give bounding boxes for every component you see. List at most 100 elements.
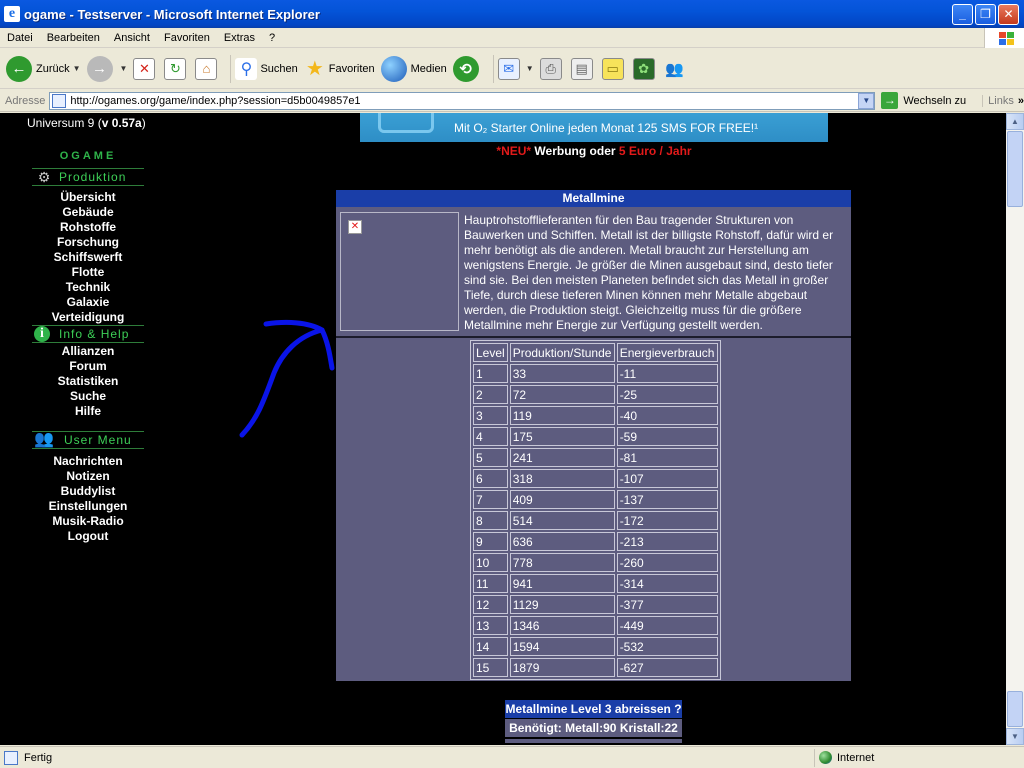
links-button[interactable]: Links [982,94,1014,107]
building-info-panel: Metallmine ✕ Hauptrohstofflieferanten fü… [336,190,851,681]
scroll-up-icon[interactable]: ▲ [1006,113,1024,130]
address-url[interactable]: http://ogames.org/game/index.php?session… [70,95,858,107]
cell-level: 3 [473,406,508,425]
cell-energy: -172 [616,511,718,530]
nav-item-technik[interactable]: Technik [0,280,176,295]
nav-item-übersicht[interactable]: Übersicht [0,190,176,205]
menu-help[interactable]: ? [262,32,282,44]
chevron-down-icon[interactable]: ▼ [858,92,875,109]
discuss-button[interactable]: ▭ [601,57,627,80]
page-done-icon [4,750,18,765]
nav-item-nachrichten[interactable]: Nachrichten [0,454,176,469]
go-button[interactable]: → Wechseln zu [881,92,966,109]
nav-item-verteidigung[interactable]: Verteidigung [0,310,176,325]
annotation-arrow-stroke [239,327,325,438]
nav-item-allianzen[interactable]: Allianzen [0,344,176,359]
nav-item-schiffswerft[interactable]: Schiffswerft [0,250,176,265]
status-text: Fertig [24,751,53,764]
page-icon [52,93,67,108]
cell-level: 10 [473,553,508,572]
vertical-scrollbar[interactable]: ▲ ▼ [1006,113,1024,745]
nav-item-gebäude[interactable]: Gebäude [0,205,176,220]
edit-button[interactable]: ▤ [570,57,596,80]
user-group-icon: 👥 [34,431,54,448]
table-row: 14 1594 -532 [473,637,718,656]
nav-item-rohstoffe[interactable]: Rohstoffe [0,220,176,235]
nav-item-einstellungen[interactable]: Einstellungen [0,499,176,514]
back-button[interactable]: ← Zurück ▼ [6,55,81,82]
cell-level: 1 [473,364,508,383]
nav-item-musik-radio[interactable]: Musik-Radio [0,514,176,529]
search-button[interactable]: ⚲ Suchen [235,57,298,80]
cell-energy: -213 [616,532,718,551]
table-row: 6 318 -107 [473,469,718,488]
star-icon: ★ [305,58,324,80]
cell-level: 2 [473,385,508,404]
demolish-link[interactable]: Metallmine Level 3 abreissen ? [505,700,682,718]
nav-item-flotte[interactable]: Flotte [0,265,176,280]
mail-button[interactable]: ✉ ▼ [497,57,534,80]
table-row: 5 241 -81 [473,448,718,467]
history-button[interactable]: ⟲ [452,55,483,82]
internet-globe-icon [819,751,832,764]
home-button[interactable]: ⌂ [195,57,220,80]
menu-extras[interactable]: Extras [217,32,262,44]
header-energy: Energieverbrauch [616,343,718,362]
nav-item-suche[interactable]: Suche [0,389,176,404]
ad-line[interactable]: *NEU* Werbung oder 5 Euro / Jahr [360,144,828,158]
menu-datei[interactable]: Datei [0,32,40,44]
nav-item-hilfe[interactable]: Hilfe [0,404,176,419]
cell-production: 33 [509,364,615,383]
address-label: Adresse [5,94,46,107]
messenger-button[interactable]: 👥 [664,58,689,80]
nav-item-notizen[interactable]: Notizen [0,469,176,484]
print-button[interactable]: ⎙ [539,57,565,80]
nav-item-buddylist[interactable]: Buddylist [0,484,176,499]
nav-item-logout[interactable]: Logout [0,529,176,544]
table-row: 9 636 -213 [473,532,718,551]
cell-level: 14 [473,637,508,656]
scroll-thumb-lower[interactable] [1007,691,1023,727]
minimize-button[interactable]: _ [952,3,973,25]
chevron-down-icon[interactable]: ▼ [73,64,81,73]
chevron-down-icon[interactable]: ▼ [120,64,128,73]
close-button[interactable]: ✕ [998,3,1019,25]
cell-production: 72 [509,385,615,404]
address-input[interactable]: http://ogames.org/game/index.php?session… [49,91,876,110]
media-globe-icon [380,55,407,82]
table-row: 2 72 -25 [473,385,718,404]
menu-favoriten[interactable]: Favoriten [157,32,217,44]
stop-button[interactable]: ✕ [133,57,158,80]
chevron-right-icon[interactable]: » [1018,95,1024,107]
cell-level: 15 [473,658,508,677]
menu-bearbeiten[interactable]: Bearbeiten [40,32,107,44]
favorites-button[interactable]: ★ Favoriten [304,58,375,80]
menu-ansicht[interactable]: Ansicht [107,32,157,44]
nav-item-galaxie[interactable]: Galaxie [0,295,176,310]
nav-item-statistiken[interactable]: Statistiken [0,374,176,389]
windows-logo-icon [984,28,1024,48]
nav-item-forschung[interactable]: Forschung [0,235,176,250]
chevron-down-icon[interactable]: ▼ [526,64,534,73]
media-button[interactable]: Medien [380,55,447,82]
cell-level: 9 [473,532,508,551]
note-icon: ▭ [601,57,624,80]
ad-banner[interactable]: Mit O₂ Starter Online jeden Monat 125 SM… [360,113,828,142]
ad-price: 5 Euro / Jahr [618,144,692,158]
scroll-down-icon[interactable]: ▼ [1006,728,1024,745]
icq-button[interactable]: ✿ [632,57,658,80]
zone-label: Internet [837,751,875,764]
cell-production: 1879 [509,658,615,677]
cell-level: 7 [473,490,508,509]
cell-production: 1594 [509,637,615,656]
go-arrow-icon: → [881,92,899,109]
refresh-button[interactable]: ↻ [164,57,189,80]
maximize-button[interactable]: ❐ [975,3,996,25]
address-bar: Adresse http://ogames.org/game/index.php… [0,90,1024,112]
nav-item-forum[interactable]: Forum [0,359,176,374]
scroll-thumb[interactable] [1007,131,1023,207]
forward-button[interactable]: → ▼ [86,55,128,82]
toolbar: ← Zurück ▼ → ▼ ✕ ↻ ⌂ ⚲ Suchen ★ Favorite… [0,49,1024,89]
table-row: 12 1129 -377 [473,595,718,614]
cell-level: 4 [473,427,508,446]
